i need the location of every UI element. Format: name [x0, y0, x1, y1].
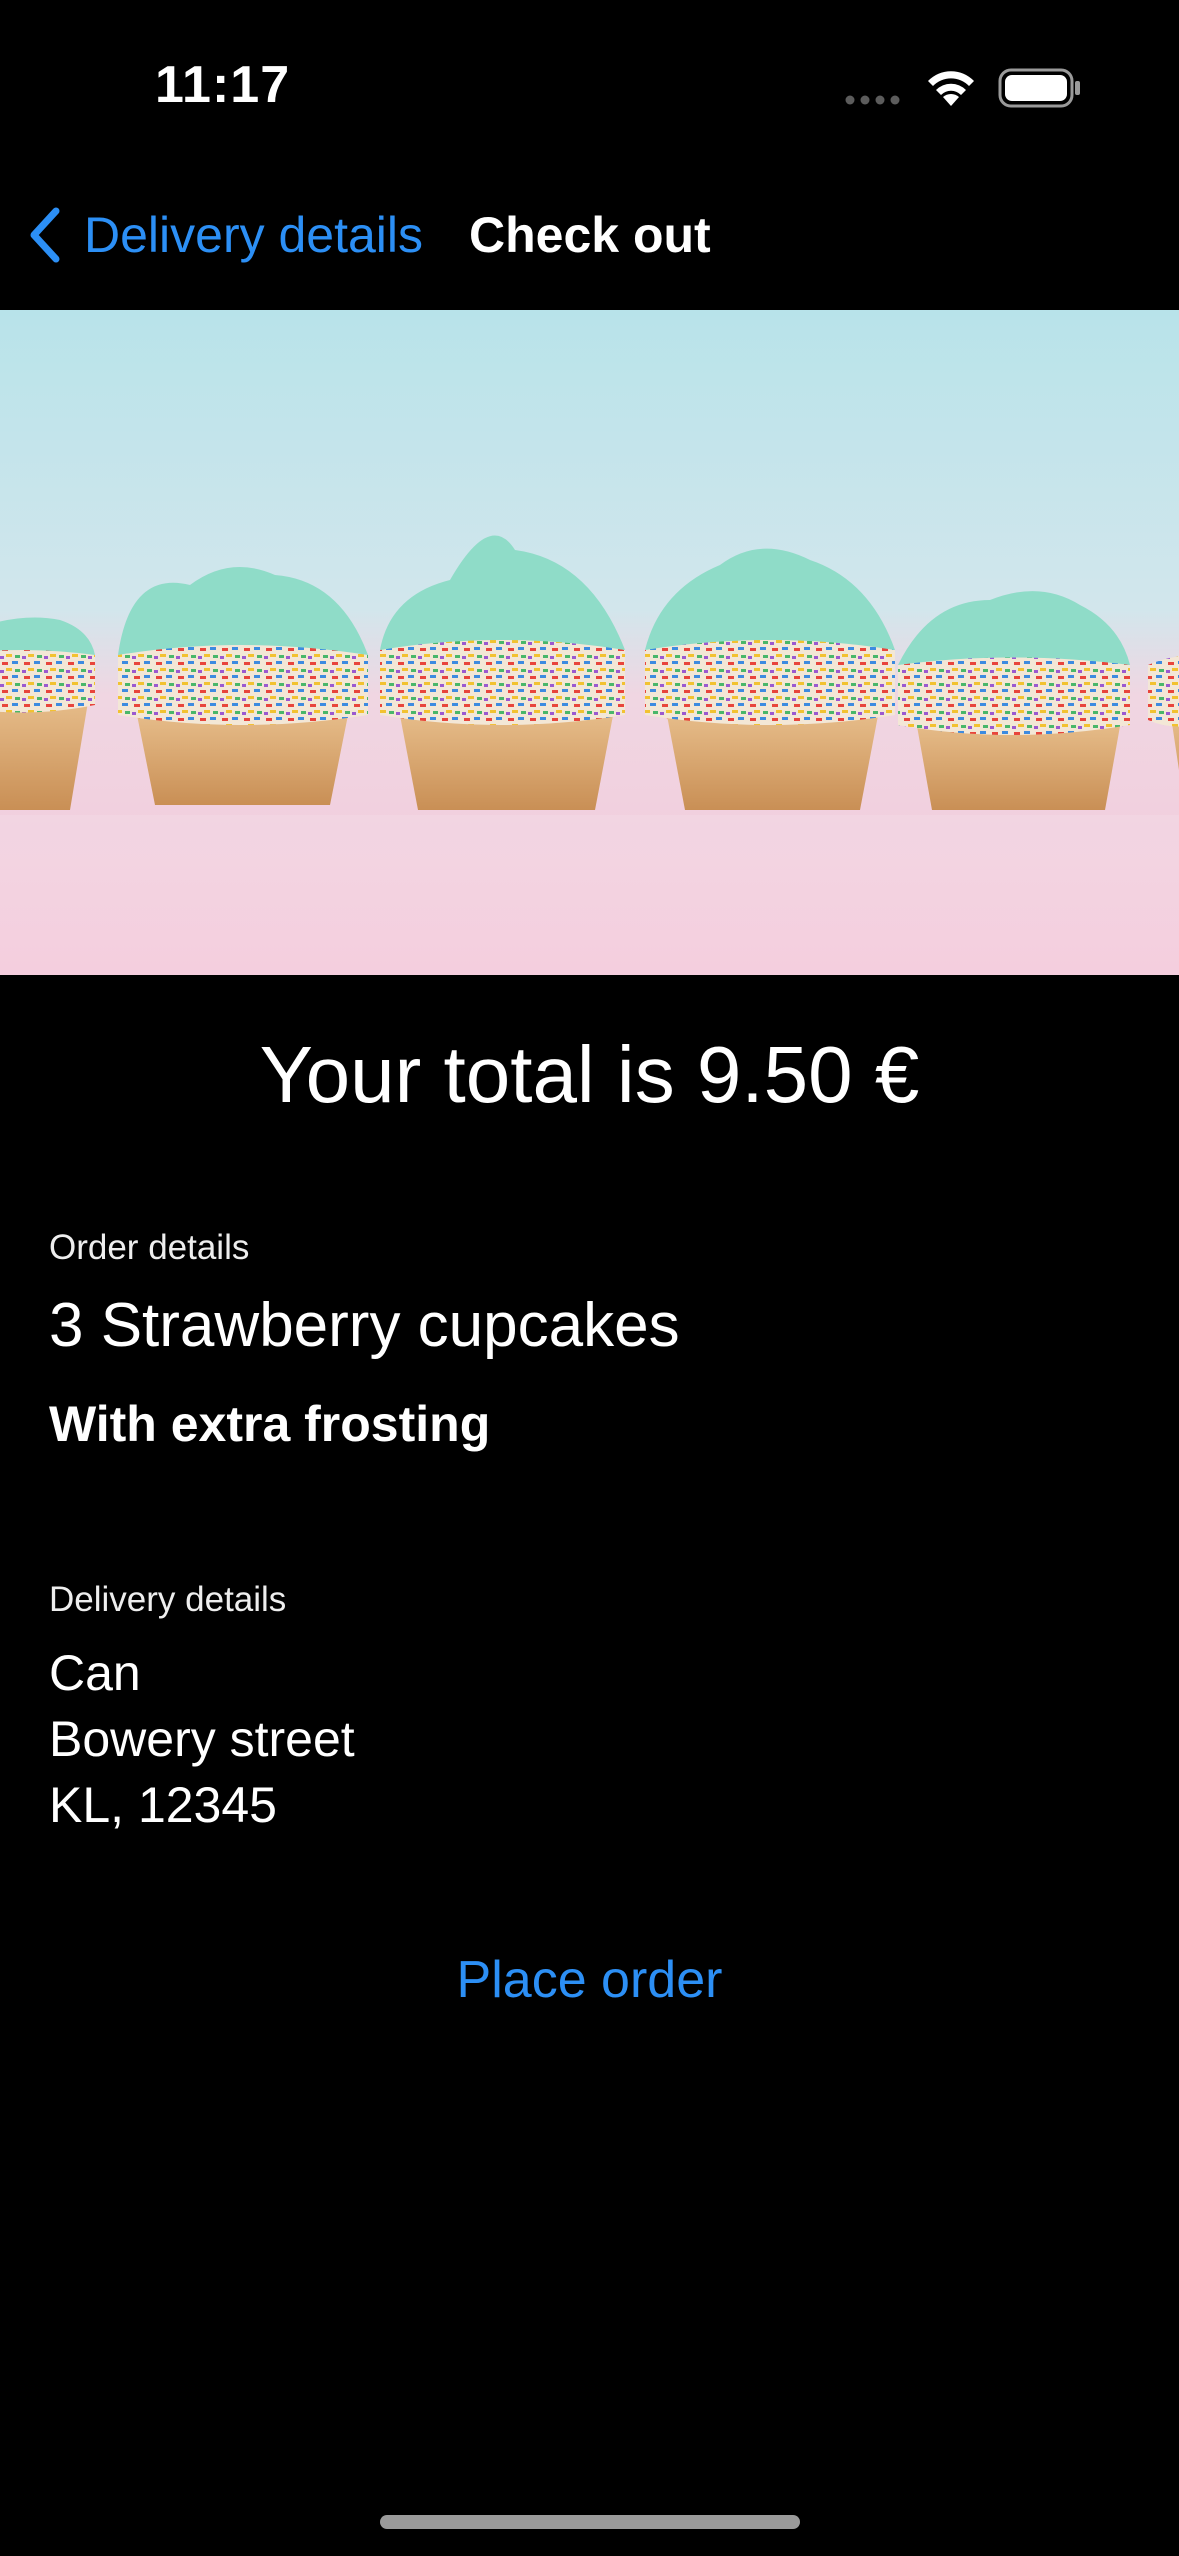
navigation-bar: Delivery details Check out: [0, 150, 1179, 310]
cupcakes-banner-image: [0, 310, 1179, 975]
place-order-button[interactable]: Place order: [0, 1950, 1179, 2010]
status-time: 11:17: [155, 56, 291, 114]
status-bar: 11:17: [0, 0, 1179, 150]
back-button-label: Delivery details: [84, 207, 424, 263]
home-indicator[interactable]: [380, 2515, 800, 2529]
order-extra: With extra frosting: [49, 1396, 491, 1452]
order-details-label: Order details: [49, 1228, 250, 1267]
address-city: KL, 12345: [49, 1777, 277, 1833]
page-title: Check out: [469, 207, 711, 263]
address-street: Bowery street: [49, 1711, 355, 1767]
back-button[interactable]: Delivery details: [24, 195, 423, 275]
wifi-icon: [928, 71, 974, 106]
chevron-left-icon: [30, 207, 60, 263]
cellular-signal-icon: [845, 95, 900, 105]
total-price: Your total is 9.50 €: [259, 1030, 920, 1119]
address-name: Can: [49, 1645, 141, 1701]
delivery-address: Can Bowery street KL, 12345: [49, 1640, 355, 1838]
delivery-details-label: Delivery details: [49, 1580, 287, 1619]
order-item: 3 Strawberry cupcakes: [49, 1291, 680, 1360]
battery-icon: [998, 68, 1080, 108]
